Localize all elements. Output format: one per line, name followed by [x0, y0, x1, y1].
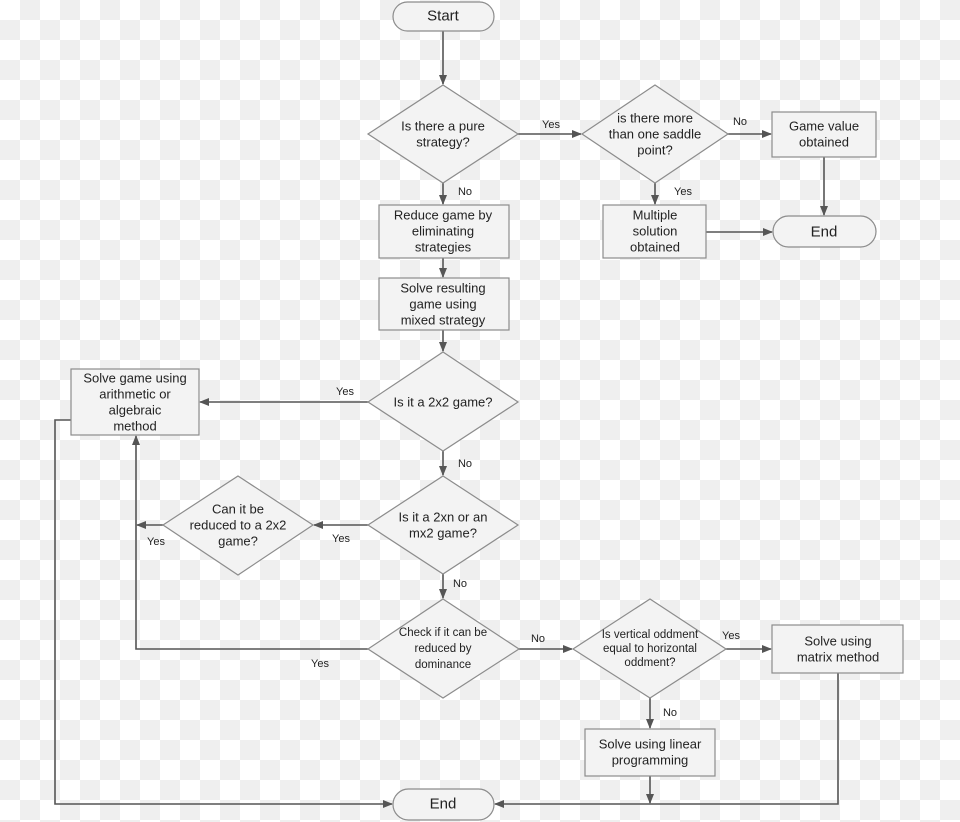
label-is2x2-yes: Yes [336, 386, 354, 398]
end-top-text: End [811, 224, 838, 241]
multiple-text: Multiple [633, 208, 678, 223]
arith-text: Solve game using [83, 371, 186, 386]
label-oddment-yes: Yes [722, 630, 740, 642]
matrix-text: matrix method [797, 650, 879, 665]
pure-text: strategy? [416, 135, 469, 150]
label-is2xn-no: No [453, 578, 467, 590]
arith-text: algebraic [109, 403, 162, 418]
lp-text: programming [612, 753, 689, 768]
label-saddle-no: No [733, 116, 747, 128]
flowchart: Start Is there a purestrategy? is there mo… [54, 1, 904, 821]
label-is2xn-yes: Yes [332, 533, 350, 545]
mixed-text: mixed strategy [401, 313, 486, 328]
arith-text: method [113, 419, 156, 434]
label-pure-no: No [458, 186, 472, 198]
canreduce-text: reduced to a 2x2 [190, 518, 287, 533]
game-value-text: obtained [799, 135, 849, 150]
label-oddment-no: No [663, 707, 677, 719]
multiple-text: solution [633, 224, 678, 239]
is2x2-text: Is it a 2x2 game? [394, 395, 493, 410]
oddment-text: equal to horizontal [603, 643, 697, 655]
multiple-text: obtained [630, 240, 680, 255]
is2xn-text: Is it a 2xn or an [399, 510, 488, 525]
saddle-text: than one saddle [609, 127, 702, 142]
is2xn-text: mx2 game? [409, 526, 477, 541]
reduce-text: eliminating [412, 224, 474, 239]
matrix-text: Solve using [804, 634, 871, 649]
game-value-text: Game value [789, 119, 859, 134]
label-saddle-yes: Yes [674, 186, 692, 198]
start-text: Start [427, 8, 460, 25]
end-bottom-text: End [430, 796, 457, 813]
mixed-text: Solve resulting [400, 281, 485, 296]
mixed-text: game using [409, 297, 476, 312]
canreduce-text: Can it be [212, 502, 264, 517]
dominance-text: Check if it can be [399, 627, 487, 639]
oddment-text: Is vertical oddment [602, 629, 699, 641]
saddle-text: is there more [617, 111, 693, 126]
label-dominance-yes: Yes [311, 658, 329, 670]
edge-arith-end [54, 419, 393, 808]
reduce-text: strategies [415, 240, 472, 255]
canreduce-text: game? [218, 534, 258, 549]
label-canreduce-yes: Yes [147, 536, 165, 548]
lp-text: Solve using linear [599, 737, 702, 752]
label-pure-yes: Yes [542, 119, 560, 131]
label-is2x2-no: No [458, 458, 472, 470]
label-dominance-no: No [531, 633, 545, 645]
oddment-text: oddment? [624, 657, 675, 669]
dominance-text: reduced by [415, 643, 472, 655]
saddle-text: point? [637, 143, 672, 158]
arith-text: arithmetic or [99, 387, 171, 402]
pure-text: Is there a pure [401, 119, 485, 134]
reduce-text: Reduce game by [394, 208, 493, 223]
dominance-text: dominance [415, 659, 471, 671]
